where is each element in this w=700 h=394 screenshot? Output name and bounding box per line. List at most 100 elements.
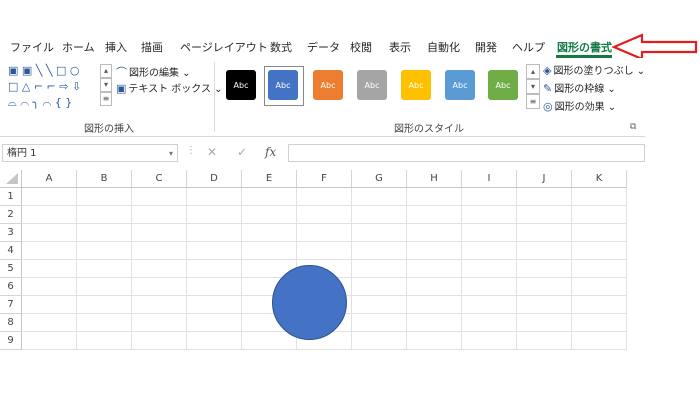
tab-review[interactable]: 校閲 [350,39,372,55]
chevron-down-icon[interactable]: ▾ [526,79,540,94]
style-swatch[interactable]: Abc [226,70,256,100]
tab-insert[interactable]: 挿入 [105,39,127,55]
text-box-label: テキスト ボックス ⌄ [128,84,223,95]
pen-icon: ✎ [543,82,553,95]
shape-outline-button[interactable]: ✎ 図形の枠線 ⌄ [543,80,616,95]
edit-shape-label: 図形の編集 ⌄ [129,68,191,79]
row-header[interactable]: 2 [0,206,22,224]
red-arrow-annotation [612,33,698,61]
row-header[interactable]: 6 [0,278,22,296]
gridline [22,205,627,206]
gridline [406,188,407,350]
more-icon[interactable]: ≡ [100,92,112,106]
ribbon-tabs: ファイル ホーム 挿入 描画 ページレイアウト 数式 データ 校閲 表示 自動化… [0,36,645,56]
shape-outline-label: 図形の枠線 ⌄ [554,84,616,95]
row-header[interactable]: 8 [0,314,22,332]
style-swatch[interactable]: Abc [357,70,387,100]
tab-file[interactable]: ファイル [10,39,54,55]
effects-icon: ◎ [543,100,553,113]
chevron-down-icon[interactable]: ▾ [169,145,173,163]
shapes-row-1[interactable]: ▣ ▣ ╲ ╲ □ ○ [8,65,80,77]
gridline [351,188,352,350]
chevron-down-icon[interactable]: ▾ [100,78,112,92]
style-swatch[interactable]: Abc [445,70,475,100]
column-header[interactable]: A [22,170,77,188]
name-box-value: 楕円 1 [7,148,37,159]
column-header[interactable]: C [132,170,187,188]
row-header[interactable]: 9 [0,332,22,350]
row-header[interactable]: 7 [0,296,22,314]
paint-bucket-icon: ◈ [543,64,552,77]
formula-bar: 楕円 1 ▾ ⋮ ✕ ✓ fx [0,143,645,165]
enter-icon[interactable]: ✓ [237,145,247,159]
group-label-insert-shapes: 図形の挿入 [84,124,134,135]
text-box-icon: ▣ [116,82,127,95]
column-header[interactable]: H [407,170,462,188]
tab-formulas[interactable]: 数式 [270,39,292,55]
gridline [22,223,627,224]
text-box-button[interactable]: ▣ テキスト ボックス ⌄ [116,80,223,95]
formula-input[interactable] [288,144,645,162]
gridline [186,188,187,350]
select-all-corner[interactable] [0,170,22,188]
ellipse-shape[interactable] [271,264,348,341]
tab-home[interactable]: ホーム [62,39,95,55]
cancel-icon[interactable]: ✕ [207,145,217,159]
select-all-icon [6,173,18,184]
column-header[interactable]: F [297,170,352,188]
row-header[interactable]: 5 [0,260,22,278]
column-header[interactable]: J [517,170,572,188]
gridline [131,188,132,350]
tab-help[interactable]: ヘルプ [512,39,545,55]
tab-data[interactable]: データ [307,39,340,55]
tab-developer[interactable]: 開発 [475,39,497,55]
dialog-launcher-icon[interactable]: ⧉ [630,122,636,132]
shapes-gallery[interactable]: ▣ ▣ ╲ ╲ □ ○ □ △ ⌐ ⌐ ⇨ ⇩ ⌓ ⌒ ╮ ⌒ { } [8,64,98,112]
column-header[interactable]: B [77,170,132,188]
edit-shape-icon: ⌒ [116,66,127,79]
tab-shape-format[interactable]: 図形の書式 [557,39,612,55]
worksheet-grid[interactable]: ABCDEFGHIJK 123456789 [0,170,645,360]
style-swatch[interactable]: Abc [268,70,298,100]
column-header[interactable]: D [187,170,242,188]
tab-page-layout[interactable]: ページレイアウト [180,39,268,55]
shape-fill-button[interactable]: ◈ 図形の塗りつぶし ⌄ [543,62,645,77]
gridline [461,188,462,350]
group-separator [214,62,215,132]
row-header[interactable]: 1 [0,188,22,206]
tab-automate[interactable]: 自動化 [427,39,460,55]
row-header[interactable]: 4 [0,242,22,260]
column-header[interactable]: I [462,170,517,188]
style-swatch[interactable]: Abc [313,70,343,100]
resize-handle-icon[interactable]: ⋮ [186,145,196,156]
group-label-shape-styles: 図形のスタイル [394,124,464,135]
gridline [241,188,242,350]
chevron-up-icon[interactable]: ▴ [100,64,112,78]
style-swatch[interactable]: Abc [488,70,518,100]
shapes-row-2[interactable]: □ △ ⌐ ⌐ ⇨ ⇩ [8,81,81,93]
name-box[interactable]: 楕円 1 ▾ [2,144,178,162]
gridline [76,188,77,350]
column-header[interactable]: E [242,170,297,188]
shapes-row-3[interactable]: ⌓ ⌒ ╮ ⌒ { } [8,97,72,109]
gridline [22,259,627,260]
shape-fill-label: 図形の塗りつぶし ⌄ [553,66,646,77]
gridline [571,188,572,350]
ribbon-shape-format: ▣ ▣ ╲ ╲ □ ○ □ △ ⌐ ⌐ ⇨ ⇩ ⌓ ⌒ ╮ ⌒ { } ▴ ▾ … [0,58,645,137]
shape-styles-gallery: Abc Abc Abc Abc Abc Abc Abc [220,62,522,112]
insert-function-icon[interactable]: fx [265,145,276,159]
gridline [516,188,517,350]
column-header[interactable]: G [352,170,407,188]
gridline [22,241,627,242]
shape-effects-button[interactable]: ◎ 図形の効果 ⌄ [543,98,616,113]
shape-effects-label: 図形の効果 ⌄ [554,102,617,113]
tab-draw[interactable]: 描画 [141,39,163,55]
tab-view[interactable]: 表示 [389,39,411,55]
style-swatch[interactable]: Abc [401,70,431,100]
column-header[interactable]: K [572,170,627,188]
edit-shape-button[interactable]: ⌒ 図形の編集 ⌄ [116,64,191,80]
more-icon[interactable]: ≡ [526,94,540,109]
gridline [626,188,627,350]
row-header[interactable]: 3 [0,224,22,242]
chevron-up-icon[interactable]: ▴ [526,64,540,79]
